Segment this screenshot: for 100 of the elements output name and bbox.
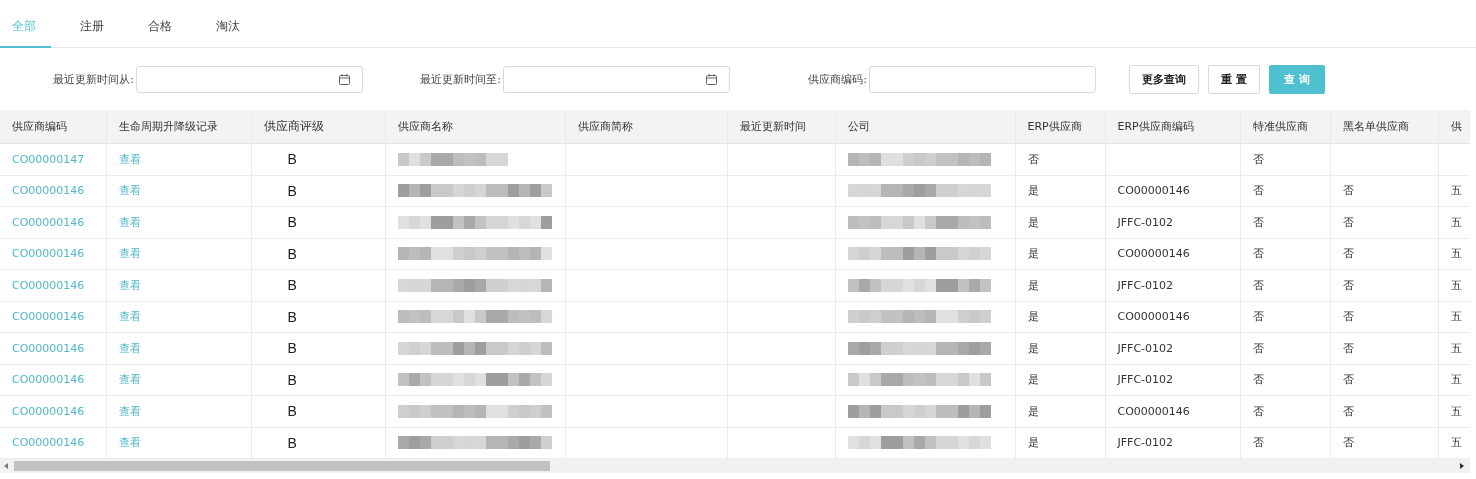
button[interactable]: 查 询 xyxy=(1268,64,1325,94)
rating-cell: B xyxy=(287,277,297,294)
view-link[interactable]: 查看 xyxy=(118,436,141,450)
table-cell: 否 xyxy=(1342,404,1354,418)
tab[interactable]: 全部 xyxy=(0,18,51,48)
table-cell: 五 xyxy=(1450,341,1462,355)
view-link[interactable]: 查看 xyxy=(118,215,141,229)
scroll-left-icon[interactable] xyxy=(4,463,9,469)
rating-cell: B xyxy=(287,245,297,262)
calendar-icon xyxy=(706,73,717,85)
table-cell: 是 xyxy=(1027,278,1039,292)
table-cell: 是 xyxy=(1027,310,1039,324)
table-cell: 否 xyxy=(1252,278,1264,292)
column-header: 最近更新时间 xyxy=(739,120,806,133)
view-link[interactable]: 查看 xyxy=(118,184,141,198)
table-cell: JFFC-0102 xyxy=(1117,436,1174,450)
view-link[interactable]: 查看 xyxy=(118,310,141,324)
supplier-code-link[interactable]: CO00000146 xyxy=(12,404,85,418)
rating-cell: B xyxy=(287,308,297,325)
supplier-code-link[interactable]: CO00000146 xyxy=(12,278,85,292)
table-cell: 否 xyxy=(1342,278,1354,292)
calendar-icon xyxy=(339,73,350,85)
date-field[interactable] xyxy=(503,65,730,93)
rating-cell: B xyxy=(287,340,297,357)
table-cell: CO00000146 xyxy=(1117,404,1190,418)
column-header: 供应商编码 xyxy=(12,120,67,133)
supplier-code-link[interactable]: CO00000146 xyxy=(12,184,85,198)
supplier-code-link[interactable]: CO00000146 xyxy=(12,373,85,387)
table-cell: 否 xyxy=(1252,247,1264,261)
rating-cell: B xyxy=(287,214,297,231)
table-cell: 否 xyxy=(1252,436,1264,450)
table-cell: 否 xyxy=(1252,404,1264,418)
table-cell: 否 xyxy=(1252,184,1264,198)
column-header: 供 xyxy=(1450,120,1462,133)
supplier-code-link[interactable]: CO00000146 xyxy=(12,341,85,355)
supplier-code-link[interactable]: CO00000146 xyxy=(12,247,85,261)
table-cell: 五 xyxy=(1450,373,1462,387)
date-field[interactable] xyxy=(136,65,363,93)
column-header: 生命周期升降级记录 xyxy=(118,120,218,133)
column-header: 公司 xyxy=(847,120,870,133)
rating-cell: B xyxy=(287,182,297,199)
view-link[interactable]: 查看 xyxy=(118,152,141,166)
rating-cell: B xyxy=(287,151,297,168)
tab[interactable]: 注册 xyxy=(68,18,136,48)
table-cell: 五 xyxy=(1450,436,1462,450)
table-cell: JFFC-0102 xyxy=(1117,341,1174,355)
table-cell: 是 xyxy=(1027,215,1039,229)
supplier-code-link[interactable]: CO00000147 xyxy=(12,152,85,166)
table-cell: 是 xyxy=(1027,373,1039,387)
horizontal-scrollbar[interactable] xyxy=(0,459,1470,473)
table-cell: JFFC-0102 xyxy=(1117,215,1174,229)
table-cell: 是 xyxy=(1027,341,1039,355)
view-link[interactable]: 查看 xyxy=(118,373,141,387)
table-cell: 是 xyxy=(1027,247,1039,261)
table-cell: 是 xyxy=(1027,184,1039,198)
view-link[interactable]: 查看 xyxy=(118,247,141,261)
table-cell: CO00000146 xyxy=(1117,310,1190,324)
filter-label: 最近更新时间至: xyxy=(419,71,501,87)
table-cell: 五 xyxy=(1450,247,1462,261)
table-cell: JFFC-0102 xyxy=(1117,373,1174,387)
supplier-code-link[interactable]: CO00000146 xyxy=(12,215,85,229)
table-cell: 否 xyxy=(1252,215,1264,229)
table-cell: 五 xyxy=(1450,278,1462,292)
view-link[interactable]: 查看 xyxy=(118,278,141,292)
table-cell: 否 xyxy=(1342,184,1354,198)
table-cell: 否 xyxy=(1252,152,1264,166)
table-cell: 否 xyxy=(1342,247,1354,261)
rating-cell: B xyxy=(287,403,297,420)
column-header: ERP供应商 xyxy=(1027,120,1082,133)
view-link[interactable]: 查看 xyxy=(118,341,141,355)
filter-label: 最近更新时间从: xyxy=(52,71,134,87)
table-cell: 五 xyxy=(1450,215,1462,229)
button[interactable]: 重 置 xyxy=(1208,64,1260,94)
rating-cell: B xyxy=(287,434,297,451)
tab[interactable]: 合格 xyxy=(136,18,204,48)
supplier-code-link[interactable]: CO00000146 xyxy=(12,310,85,324)
table-cell: JFFC-0102 xyxy=(1117,278,1174,292)
supplier-code-link[interactable]: CO00000146 xyxy=(12,436,85,450)
table-cell: 是 xyxy=(1027,404,1039,418)
view-link[interactable]: 查看 xyxy=(118,404,141,418)
table-cell: 否 xyxy=(1342,341,1354,355)
table-cell: 否 xyxy=(1342,436,1354,450)
table-cell: 否 xyxy=(1252,373,1264,387)
table-cell: 否 xyxy=(1342,373,1354,387)
table-cell: CO00000146 xyxy=(1117,184,1190,198)
table-cell: 五 xyxy=(1450,184,1462,198)
table-cell: 否 xyxy=(1342,310,1354,324)
tab[interactable]: 淘汰 xyxy=(204,18,272,48)
filter-label: 供应商编码: xyxy=(807,71,867,87)
button[interactable]: 更多查询 xyxy=(1129,64,1199,94)
column-header: 特准供应商 xyxy=(1252,120,1308,133)
table-cell: 五 xyxy=(1450,404,1462,418)
scroll-right-icon[interactable] xyxy=(1460,463,1465,469)
column-header: 供应商名称 xyxy=(397,120,453,133)
table-cell: 否 xyxy=(1252,341,1264,355)
table-cell: CO00000146 xyxy=(1117,247,1190,261)
column-header: ERP供应商编码 xyxy=(1117,120,1194,133)
input-field[interactable] xyxy=(869,65,1096,93)
column-header: 供应商评级 xyxy=(263,119,324,133)
table-cell: 否 xyxy=(1252,310,1264,324)
